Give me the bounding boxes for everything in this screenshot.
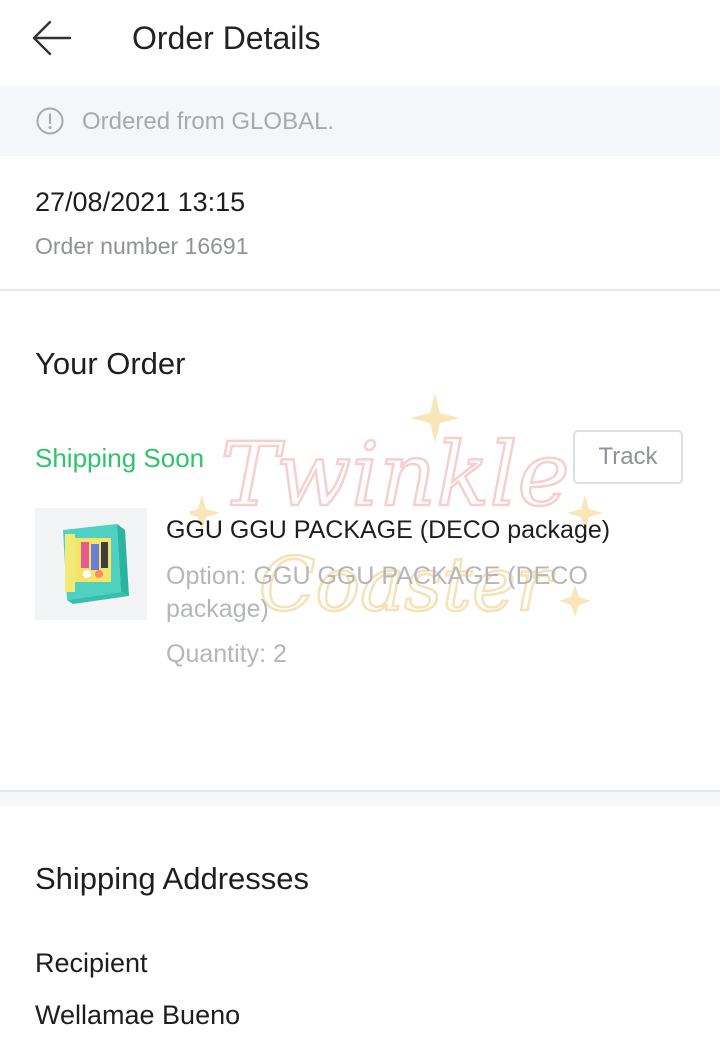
product-quantity: Quantity: 2: [166, 640, 287, 668]
svg-text:Twinkle: Twinkle: [220, 423, 569, 526]
info-icon: [36, 107, 64, 135]
section-divider: [0, 289, 720, 291]
shipping-addresses-title: Shipping Addresses: [35, 861, 310, 896]
product-option: Option: GGU GGU PACKAGE (DECO package): [166, 562, 588, 623]
order-origin-notice: Ordered from GLOBAL.: [0, 86, 720, 156]
order-meta: 27/08/2021 13:15 Order number 16691: [0, 156, 720, 290]
arrow-left-icon: [32, 20, 72, 56]
order-datetime: 27/08/2021 13:15: [35, 187, 246, 217]
order-number: Order number 16691: [35, 233, 249, 259]
notice-text: Ordered from GLOBAL.: [82, 108, 335, 135]
order-status: Shipping Soon: [35, 443, 205, 473]
track-button[interactable]: Track: [573, 430, 683, 484]
recipient-name: Wellamae Bueno: [35, 1000, 241, 1030]
page-title: Order Details: [132, 20, 321, 56]
back-button[interactable]: [22, 12, 82, 64]
section-separator: [0, 790, 720, 806]
recipient-label: Recipient: [35, 948, 148, 978]
product-thumbnail[interactable]: [35, 508, 147, 620]
product-name: GGU GGU PACKAGE (DECO package): [166, 516, 611, 544]
your-order-title: Your Order: [35, 346, 186, 381]
album-package-image: [63, 524, 129, 604]
app-header: Order Details: [0, 0, 720, 84]
